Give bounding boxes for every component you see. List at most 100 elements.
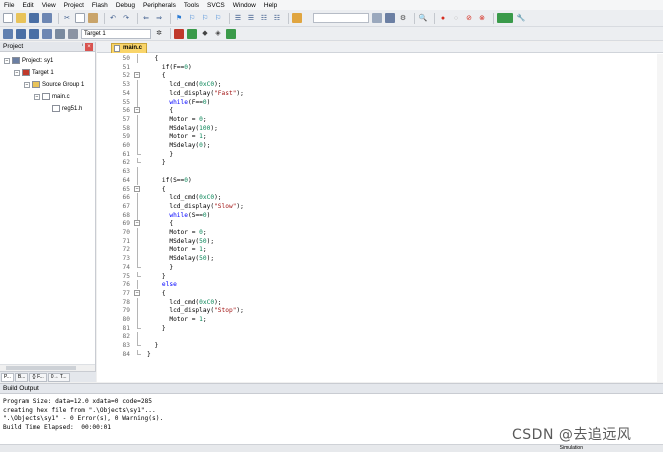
menu-svcs[interactable]: SVCS	[207, 2, 225, 9]
code-line[interactable]: 76 else	[97, 280, 657, 290]
code-line[interactable]: 63	[97, 167, 657, 177]
menu-help[interactable]: Help	[264, 2, 277, 9]
comment-icon[interactable]: ☷	[259, 13, 269, 23]
manage-components-icon[interactable]	[187, 28, 197, 39]
menu-project[interactable]: Project	[64, 2, 84, 9]
tree-collapse-toggle[interactable]: −	[14, 69, 20, 76]
editor-vertical-scrollbar[interactable]	[657, 54, 663, 382]
nav-back-icon[interactable]: ⇐	[141, 13, 151, 23]
panel-tab[interactable]: 0→ T...	[47, 372, 70, 382]
incremental-find-icon[interactable]	[385, 13, 395, 23]
tree-item[interactable]: − main.c	[34, 92, 70, 101]
code-line[interactable]: 62 }	[97, 158, 657, 167]
code-line[interactable]: 77− {	[97, 289, 657, 298]
bookmark-clear-icon[interactable]: ⚐	[213, 13, 223, 23]
build-icon[interactable]	[16, 28, 26, 39]
paste-icon[interactable]	[88, 13, 98, 23]
tree-item[interactable]: reg51.h	[44, 104, 82, 113]
code-line[interactable]: 53 lcd_cmd(0xC0);	[97, 80, 657, 90]
copy-icon[interactable]	[75, 13, 85, 23]
code-line[interactable]: 56− {	[97, 106, 657, 115]
nav-forward-icon[interactable]: ⇒	[154, 13, 164, 23]
code-line[interactable]: 66 lcd_cmd(0xC0);	[97, 193, 657, 203]
code-line[interactable]: 84}	[97, 349, 657, 359]
code-line[interactable]: 73 MSdelay(50);	[97, 254, 657, 264]
code-line[interactable]: 75 }	[97, 271, 657, 281]
target-select[interactable]: Target 1	[81, 28, 151, 39]
code-line[interactable]: 52− {	[97, 71, 657, 80]
panel-tab[interactable]: {} F...	[29, 372, 47, 382]
fold-toggle[interactable]: −	[134, 72, 140, 79]
select-software-packs-icon[interactable]: ◆	[200, 29, 210, 39]
code-line[interactable]: 67 lcd_display("Slow");	[97, 201, 657, 211]
menu-view[interactable]: View	[42, 2, 56, 9]
tree-item[interactable]: − Target 1	[14, 68, 54, 77]
tree-item[interactable]: − Project: sy1	[4, 56, 53, 65]
configure-icon[interactable]: 🔧	[516, 13, 526, 23]
start-debug-icon[interactable]: 🔍	[418, 13, 428, 23]
code-line[interactable]: 72 Motor = 1;	[97, 245, 657, 255]
code-line[interactable]: 69− {	[97, 219, 657, 228]
code-line[interactable]: 58 MSdelay(100);	[97, 123, 657, 133]
menu-file[interactable]: File	[4, 2, 14, 9]
stop-build-icon[interactable]	[55, 28, 65, 39]
code-line[interactable]: 83 }	[97, 341, 657, 350]
undo-icon[interactable]: ↶	[108, 13, 118, 23]
redo-icon[interactable]: ↷	[121, 13, 131, 23]
rebuild-icon[interactable]	[29, 28, 39, 39]
code-line[interactable]: 68 while(S==0)	[97, 210, 657, 220]
fold-toggle[interactable]: −	[134, 289, 140, 296]
open-folder-icon[interactable]	[16, 13, 26, 23]
manage-run-time-icon[interactable]	[226, 28, 236, 39]
code-line[interactable]: 50 {	[97, 54, 657, 63]
save-icon[interactable]	[29, 13, 39, 23]
find-icon[interactable]	[372, 13, 382, 23]
uncomment-icon[interactable]: ☷	[272, 13, 282, 23]
scrollbar-thumb[interactable]	[6, 366, 76, 370]
code-line[interactable]: 79 lcd_display("Stop");	[97, 306, 657, 316]
code-line[interactable]: 57 Motor = 0;	[97, 114, 657, 124]
code-area[interactable]: 50 {51 if(F==0) 52− {53 lcd_cmd(0xC0); 54 …	[97, 54, 663, 382]
menu-debug[interactable]: Debug	[116, 2, 135, 9]
indent-icon[interactable]: ☰	[233, 13, 243, 23]
code-line[interactable]: 74 }	[97, 262, 657, 272]
fold-toggle[interactable]: −	[134, 107, 140, 114]
code-line[interactable]: 55 while(F==0)	[97, 97, 657, 107]
breakpoint-icon[interactable]: ●	[438, 13, 448, 23]
code-line[interactable]: 60 MSdelay(0);	[97, 141, 657, 150]
tree-collapse-toggle[interactable]: −	[34, 93, 40, 100]
code-line[interactable]: 71 MSdelay(50);	[97, 236, 657, 246]
breakpoint-kill-icon[interactable]: ⊘	[464, 13, 474, 23]
code-line[interactable]: 51 if(F==0)	[97, 63, 657, 72]
new-file-icon[interactable]	[3, 13, 13, 23]
bookmark-prev-icon[interactable]: ⚐	[187, 13, 197, 23]
menu-tools[interactable]: Tools	[184, 2, 199, 9]
pack-installer-icon[interactable]: ◈	[213, 29, 223, 39]
menu-window[interactable]: Window	[233, 2, 256, 9]
window-layout-icon[interactable]	[497, 13, 513, 23]
tree-collapse-toggle[interactable]: −	[4, 57, 10, 64]
pin-icon[interactable]: ⁱ	[82, 42, 83, 52]
code-line[interactable]: 54 lcd_display("Fast");	[97, 88, 657, 98]
panel-tab[interactable]: B...	[14, 372, 29, 382]
menu-edit[interactable]: Edit	[22, 2, 33, 9]
cut-icon[interactable]: ✂	[62, 13, 72, 23]
manage-project-icon[interactable]	[174, 28, 184, 39]
code-line[interactable]: 81 }	[97, 323, 657, 333]
code-line[interactable]: 61 }	[97, 149, 657, 159]
bookmark-icon[interactable]: ⚑	[174, 13, 184, 23]
code-line[interactable]: 65− {	[97, 185, 657, 194]
code-line[interactable]: 59 Motor = 1;	[97, 132, 657, 142]
find-in-files-icon[interactable]	[292, 13, 302, 23]
save-all-icon[interactable]	[42, 13, 52, 23]
find-combo[interactable]	[313, 13, 369, 23]
tree-collapse-toggle[interactable]: −	[24, 81, 30, 88]
menu-flash[interactable]: Flash	[92, 2, 108, 9]
download-icon[interactable]	[68, 28, 78, 39]
code-line[interactable]: 80 Motor = 1;	[97, 315, 657, 324]
code-line[interactable]: 70 Motor = 0;	[97, 228, 657, 237]
fold-toggle[interactable]: −	[134, 185, 140, 192]
breakpoint-disabled-icon[interactable]: ○	[451, 13, 461, 23]
project-horizontal-scrollbar[interactable]	[0, 364, 95, 371]
code-line[interactable]: 78 lcd_cmd(0xC0);	[97, 297, 657, 307]
